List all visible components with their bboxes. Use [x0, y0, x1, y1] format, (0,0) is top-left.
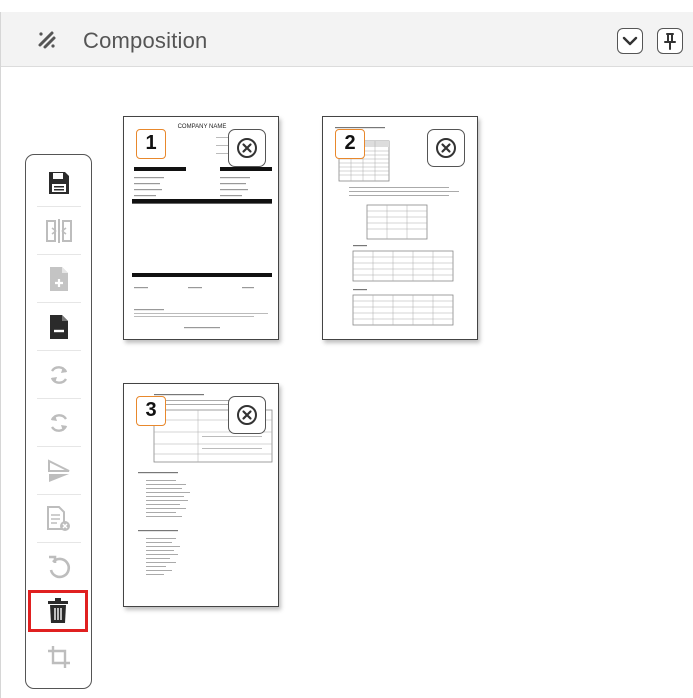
remove-document-icon	[47, 506, 70, 531]
split-button[interactable]	[37, 211, 81, 255]
rotate-clockwise-icon	[50, 366, 68, 384]
rotate-clockwise-button[interactable]	[37, 355, 81, 399]
rotate-counterclockwise-button[interactable]	[37, 403, 81, 447]
trash-icon	[48, 598, 68, 623]
rotate-counterclockwise-icon	[50, 414, 68, 432]
remove-page-3-button[interactable]	[228, 396, 266, 434]
remove-page-icon	[50, 315, 68, 339]
remove-page-1-button[interactable]	[228, 129, 266, 167]
add-page-button[interactable]	[37, 259, 81, 303]
undo-button[interactable]	[37, 547, 81, 591]
close-circle-icon	[237, 138, 257, 158]
close-circle-icon	[237, 405, 257, 425]
page-thumbnail-3[interactable]: 3	[123, 383, 279, 607]
split-icon	[46, 219, 72, 243]
remove-page-button[interactable]	[37, 307, 81, 351]
pin-icon	[664, 33, 676, 50]
page-toolbar	[25, 154, 92, 689]
pin-button[interactable]	[657, 28, 683, 54]
composition-panel: Composition	[0, 12, 693, 698]
panel-title: Composition	[83, 28, 208, 53]
remove-document-button[interactable]	[37, 499, 81, 543]
save-icon	[49, 172, 69, 194]
save-button[interactable]	[37, 163, 81, 207]
close-circle-icon	[436, 138, 456, 158]
collapse-button[interactable]	[617, 28, 643, 54]
crop-icon	[48, 646, 70, 668]
mirror-button[interactable]	[37, 451, 81, 495]
delete-button[interactable]	[28, 590, 88, 632]
remove-page-2-button[interactable]	[427, 129, 465, 167]
add-page-icon	[50, 267, 68, 291]
page-number-badge: 2	[335, 129, 365, 159]
mirror-icon	[48, 459, 70, 482]
page-1-heading: COMPANY NAME	[178, 124, 227, 130]
page-number-badge: 3	[136, 396, 166, 426]
page-thumbnail-1[interactable]: COMPANY NAME 1	[123, 116, 279, 340]
composition-icon	[38, 31, 56, 49]
chevron-down-icon	[622, 36, 638, 46]
page-thumbnail-2[interactable]: 2	[322, 116, 478, 340]
undo-icon	[49, 555, 71, 579]
crop-button[interactable]	[39, 637, 79, 677]
page-number-badge: 1	[136, 129, 166, 159]
panel-header: Composition	[1, 12, 693, 67]
